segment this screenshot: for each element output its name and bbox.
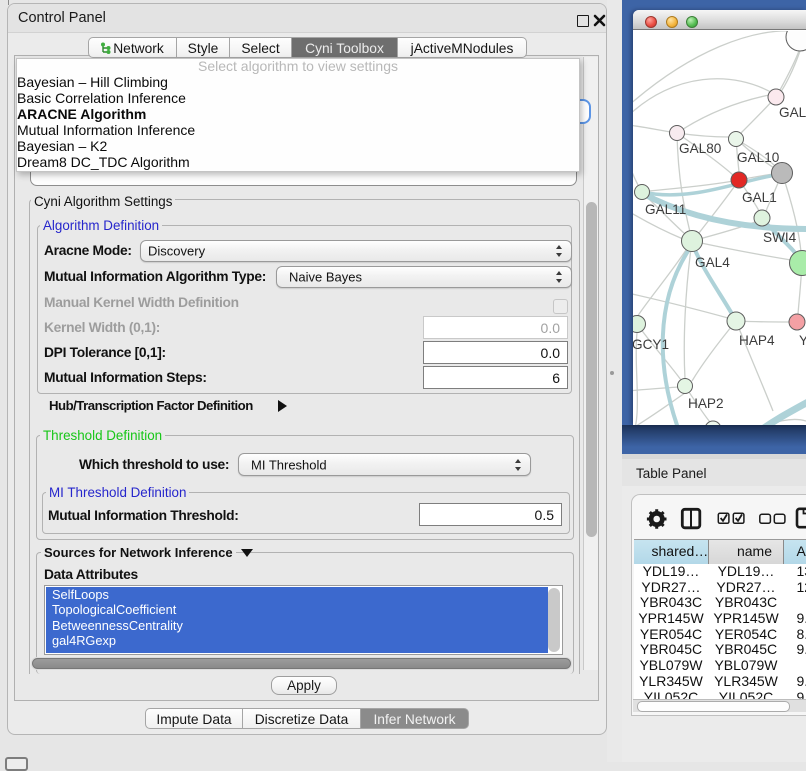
svg-text:GAL80: GAL80 bbox=[679, 141, 722, 156]
svg-text:GCY1: GCY1 bbox=[633, 337, 669, 352]
svg-text:GAL4: GAL4 bbox=[695, 255, 730, 270]
svg-text:HAP4: HAP4 bbox=[739, 333, 775, 348]
svg-text:GAL11: GAL11 bbox=[645, 202, 686, 217]
svg-text:GAL1: GAL1 bbox=[742, 190, 777, 205]
svg-text:GAL: GAL bbox=[779, 105, 806, 120]
svg-text:Y: Y bbox=[799, 333, 806, 348]
svg-text:SWI4: SWI4 bbox=[763, 230, 797, 245]
svg-text:HAP2: HAP2 bbox=[688, 396, 724, 411]
svg-text:GAL10: GAL10 bbox=[737, 150, 780, 165]
